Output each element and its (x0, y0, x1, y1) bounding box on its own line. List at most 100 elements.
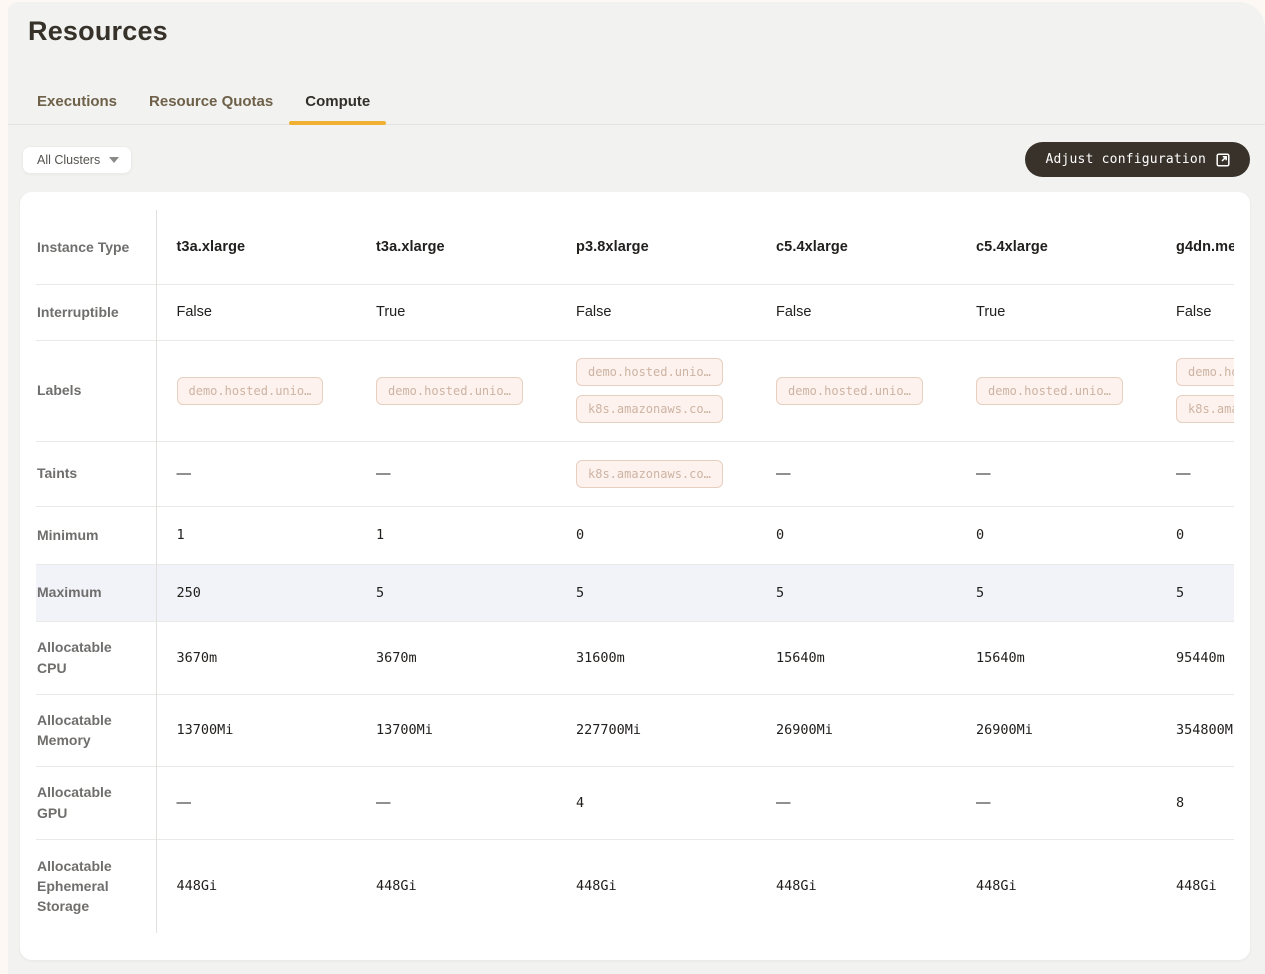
table-cell: 0 (956, 506, 1156, 564)
table-cell: True (956, 284, 1156, 340)
table-cell: 26900Mi (756, 694, 956, 766)
cluster-filter-dropdown[interactable]: All Clusters (22, 146, 132, 174)
cluster-filter-label: All Clusters (37, 153, 100, 167)
label-chip-stack: demo.hosted.unio… k8s.amazonaws.co… (1176, 358, 1234, 423)
table-cell: — (356, 766, 556, 839)
table-cell: 5 (1156, 564, 1234, 621)
table-cell: 1 (156, 506, 356, 564)
table-cell: c5.4xlarge (956, 210, 1156, 284)
table-cell: demo.hosted.unio… (956, 340, 1156, 441)
table-cell: 5 (556, 564, 756, 621)
label-chip: demo.hosted.unio… (1176, 358, 1234, 386)
table-row-labels: Labels demo.hosted.unio… demo.hosted.uni… (36, 340, 1234, 441)
table-cell: 448Gi (356, 839, 556, 933)
table-cell: — (156, 766, 356, 839)
table-cell: 448Gi (1156, 839, 1234, 933)
label-chip: k8s.amazonaws.co… (1176, 395, 1234, 423)
table-row-interruptible: Interruptible False True False False Tru… (36, 284, 1234, 340)
table-cell: — (156, 441, 356, 506)
chevron-down-icon (109, 157, 119, 163)
table-cell: 3670m (356, 621, 556, 694)
compute-table: Instance Type t3a.xlarge t3a.xlarge p3.8… (36, 210, 1234, 933)
table-cell: 448Gi (756, 839, 956, 933)
table-cell: 0 (1156, 506, 1234, 564)
table-cell: — (956, 441, 1156, 506)
table-cell: 5 (356, 564, 556, 621)
table-cell: 13700Mi (356, 694, 556, 766)
table-cell: demo.hosted.unio… k8s.amazonaws.co… (556, 340, 756, 441)
table-cell: 354800Mi (1156, 694, 1234, 766)
table-cell: 227700Mi (556, 694, 756, 766)
row-label: Labels (36, 340, 156, 441)
row-label: Allocatable CPU (36, 621, 156, 694)
page-title: Resources (8, 2, 1265, 47)
resources-page: Resources Executions Resource Quotas Com… (8, 2, 1265, 974)
label-chip-stack: demo.hosted.unio… k8s.amazonaws.co… (576, 358, 746, 423)
row-label: Allocatable GPU (36, 766, 156, 839)
label-chip: demo.hosted.unio… (576, 358, 723, 386)
table-cell: — (756, 766, 956, 839)
table-cell: g4dn.metal (1156, 210, 1234, 284)
table-cell: False (156, 284, 356, 340)
table-cell: 250 (156, 564, 356, 621)
table-row-allocatable-gpu: Allocatable GPU — — 4 — — 8 (36, 766, 1234, 839)
row-label: Minimum (36, 506, 156, 564)
table-cell: k8s.amazonaws.co… (556, 441, 756, 506)
table-row-taints: Taints — — k8s.amazonaws.co… — — — (36, 441, 1234, 506)
table-cell: True (356, 284, 556, 340)
table-cell: 0 (556, 506, 756, 564)
table-cell: 5 (756, 564, 956, 621)
table-cell: t3a.xlarge (156, 210, 356, 284)
row-label: Interruptible (36, 284, 156, 340)
table-cell: 448Gi (556, 839, 756, 933)
label-chip: demo.hosted.unio… (376, 377, 523, 405)
label-chip: demo.hosted.unio… (177, 377, 324, 405)
external-link-icon (1216, 153, 1230, 167)
table-cell: demo.hosted.unio… (756, 340, 956, 441)
filter-row: All Clusters Adjust configuration (8, 125, 1265, 177)
row-label: Allocatable Memory (36, 694, 156, 766)
table-cell: 13700Mi (156, 694, 356, 766)
table-cell: demo.hosted.unio… (356, 340, 556, 441)
table-row-minimum: Minimum 1 1 0 0 0 0 (36, 506, 1234, 564)
adjust-configuration-button[interactable]: Adjust configuration (1025, 142, 1250, 177)
table-row-allocatable-cpu: Allocatable CPU 3670m 3670m 31600m 15640… (36, 621, 1234, 694)
table-cell: False (1156, 284, 1234, 340)
table-cell: 8 (1156, 766, 1234, 839)
table-cell: 1 (356, 506, 556, 564)
table-cell: 26900Mi (956, 694, 1156, 766)
table-cell: False (556, 284, 756, 340)
table-cell: t3a.xlarge (356, 210, 556, 284)
row-label: Instance Type (36, 210, 156, 284)
table-cell: — (1156, 441, 1234, 506)
label-chip: demo.hosted.unio… (776, 377, 923, 405)
table-cell: 3670m (156, 621, 356, 694)
table-cell: 448Gi (156, 839, 356, 933)
table-row-instance-type: Instance Type t3a.xlarge t3a.xlarge p3.8… (36, 210, 1234, 284)
tab-executions[interactable]: Executions (21, 83, 133, 124)
table-cell: p3.8xlarge (556, 210, 756, 284)
table-cell: False (756, 284, 956, 340)
compute-table-card: Instance Type t3a.xlarge t3a.xlarge p3.8… (20, 192, 1250, 960)
table-cell: 0 (756, 506, 956, 564)
table-row-allocatable-memory: Allocatable Memory 13700Mi 13700Mi 22770… (36, 694, 1234, 766)
row-label: Taints (36, 441, 156, 506)
table-cell: 15640m (956, 621, 1156, 694)
table-cell: 5 (956, 564, 1156, 621)
table-cell: 95440m (1156, 621, 1234, 694)
adjust-configuration-label: Adjust configuration (1045, 152, 1206, 167)
label-chip: demo.hosted.unio… (976, 377, 1123, 405)
table-cell: demo.hosted.unio… k8s.amazonaws.co… (1156, 340, 1234, 441)
label-chip: k8s.amazonaws.co… (576, 395, 723, 423)
table-scroll-area[interactable]: Instance Type t3a.xlarge t3a.xlarge p3.8… (36, 210, 1234, 933)
table-cell: 15640m (756, 621, 956, 694)
table-cell: c5.4xlarge (756, 210, 956, 284)
row-label: Maximum (36, 564, 156, 621)
tab-resource-quotas[interactable]: Resource Quotas (133, 83, 289, 124)
table-row-allocatable-ephemeral-storage: Allocatable Ephemeral Storage 448Gi 448G… (36, 839, 1234, 933)
table-cell: 31600m (556, 621, 756, 694)
table-cell: 448Gi (956, 839, 1156, 933)
tab-compute[interactable]: Compute (289, 83, 386, 124)
table-cell: — (956, 766, 1156, 839)
table-cell: demo.hosted.unio… (156, 340, 356, 441)
